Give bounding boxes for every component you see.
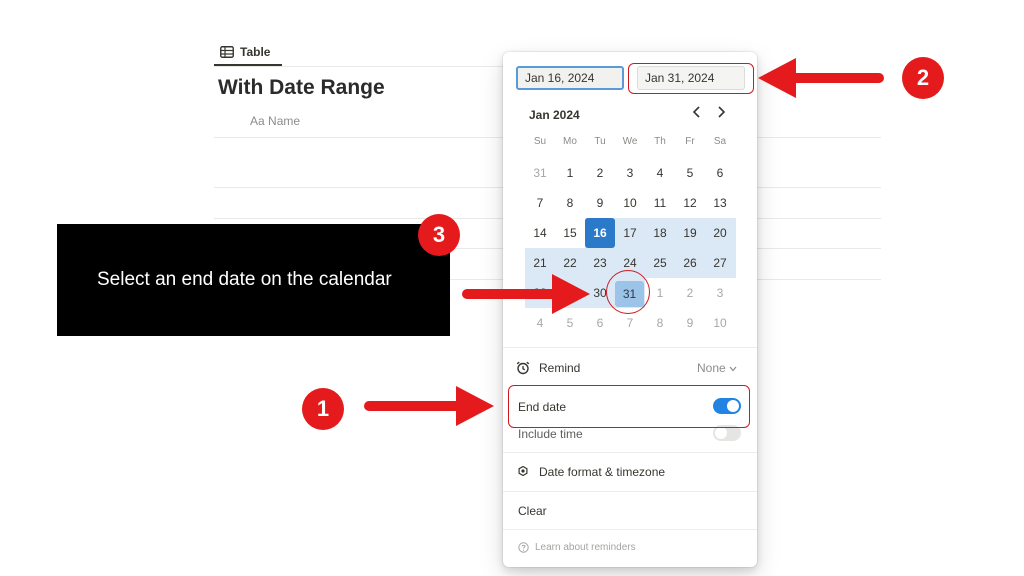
weekday-label: We <box>622 136 638 147</box>
calendar-day[interactable]: 3 <box>705 278 735 308</box>
calendar-day[interactable]: 18 <box>645 218 675 248</box>
calendar-day[interactable]: 5 <box>675 158 705 188</box>
annotation-arrow-right <box>364 386 494 426</box>
weekday-label: Su <box>533 136 547 147</box>
calendar-day[interactable]: 8 <box>555 188 585 218</box>
table-icon <box>220 46 234 58</box>
annotation-badge-3: 3 <box>418 214 460 256</box>
popover-divider <box>503 347 757 348</box>
calendar-day[interactable]: 14 <box>525 218 555 248</box>
annotation-callout: Select an end date on the calendar <box>57 224 450 336</box>
calendar-day[interactable]: 20 <box>705 218 735 248</box>
calendar-day[interactable]: 16 <box>585 218 615 248</box>
popover-divider <box>503 491 757 492</box>
calendar-day[interactable]: 10 <box>615 188 645 218</box>
calendar-day[interactable]: 19 <box>675 218 705 248</box>
help-circle-icon <box>518 542 529 553</box>
database-title: With Date Range <box>218 76 385 99</box>
include-time-label: Include time <box>518 427 583 441</box>
calendar-day[interactable]: 25 <box>645 248 675 278</box>
annotation-badge-2: 2 <box>902 57 944 99</box>
calendar-day[interactable]: 6 <box>705 158 735 188</box>
calendar-month-label: Jan 2024 <box>529 108 580 122</box>
calendar-day[interactable]: 15 <box>555 218 585 248</box>
calendar-day[interactable]: 2 <box>675 278 705 308</box>
calendar-day[interactable]: 3 <box>615 158 645 188</box>
chevron-right-icon <box>718 106 726 118</box>
next-month-button[interactable] <box>711 104 731 124</box>
annotation-highlight-end-date-row <box>508 385 750 428</box>
learn-reminders-label: Learn about reminders <box>535 542 636 553</box>
tab-divider <box>214 66 503 67</box>
calendar-day[interactable]: 10 <box>705 308 735 338</box>
chevron-down-icon <box>729 366 737 372</box>
date-format-label: Date format & timezone <box>539 465 666 479</box>
weekday-label: Mo <box>563 136 577 147</box>
learn-reminders-link[interactable]: Learn about reminders <box>518 542 636 553</box>
toggle-knob <box>715 427 727 439</box>
annotation-arrow-right <box>462 274 590 314</box>
chevron-left-icon <box>692 106 700 118</box>
calendar-day[interactable]: 11 <box>645 188 675 218</box>
calendar-day[interactable]: 9 <box>675 308 705 338</box>
popover-divider <box>503 452 757 453</box>
calendar-day[interactable]: 4 <box>645 158 675 188</box>
annotation-highlight-end-date-input <box>628 63 754 94</box>
calendar-day[interactable]: 2 <box>585 158 615 188</box>
prev-month-button[interactable] <box>687 104 707 124</box>
weekday-label: Sa <box>713 136 727 147</box>
calendar-day[interactable]: 27 <box>705 248 735 278</box>
annotation-badge-1: 1 <box>302 388 344 430</box>
calendar-day[interactable]: 17 <box>615 218 645 248</box>
calendar-day[interactable]: 26 <box>675 248 705 278</box>
gear-icon <box>518 466 528 476</box>
calendar-day[interactable]: 1 <box>555 158 585 188</box>
annotation-circle-day-31 <box>606 270 650 314</box>
alarm-clock-icon <box>516 361 530 375</box>
start-date-input[interactable]: Jan 16, 2024 <box>516 66 624 90</box>
calendar-day[interactable]: 9 <box>585 188 615 218</box>
calendar-day[interactable]: 13 <box>705 188 735 218</box>
remind-value: None <box>697 361 726 375</box>
tab-table[interactable]: Table <box>220 40 270 64</box>
clear-button[interactable]: Clear <box>518 504 547 518</box>
weekday-label: Fr <box>685 136 695 147</box>
calendar-day[interactable]: 8 <box>645 308 675 338</box>
weekday-label: Th <box>654 136 666 147</box>
calendar-day[interactable]: 7 <box>525 188 555 218</box>
column-header-label: Name <box>268 114 301 128</box>
annotation-arrow-left <box>758 58 884 98</box>
tab-table-label: Table <box>240 45 271 59</box>
calendar-day[interactable]: 12 <box>675 188 705 218</box>
popover-divider <box>503 529 757 530</box>
calendar-day[interactable]: 31 <box>525 158 555 188</box>
column-header-name[interactable]: Aa Name <box>250 114 300 128</box>
remind-value-dropdown[interactable]: None <box>697 361 737 375</box>
text-property-icon: Aa <box>250 114 265 128</box>
weekday-label: Tu <box>594 136 606 147</box>
remind-label: Remind <box>539 361 581 375</box>
